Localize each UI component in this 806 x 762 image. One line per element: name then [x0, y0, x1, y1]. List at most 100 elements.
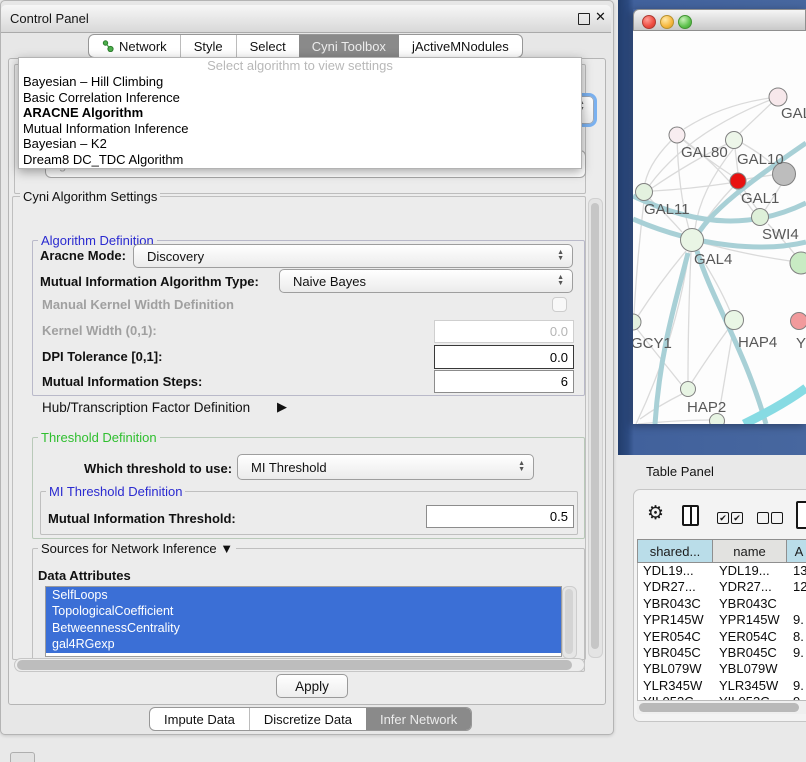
network-edge[interactable] — [653, 183, 730, 191]
table-row[interactable]: YDL19...YDL19...13 — [638, 563, 806, 579]
algorithm-option[interactable]: Bayesian – Hill Climbing — [19, 74, 581, 90]
close-traffic-light-icon[interactable] — [642, 15, 656, 29]
network-edge[interactable] — [638, 420, 710, 424]
network-node-gal80[interactable] — [669, 127, 685, 143]
document-icon[interactable] — [796, 501, 806, 529]
table-cell: YDL19... — [638, 563, 714, 579]
table-hscrollbar[interactable] — [637, 700, 806, 714]
mi-type-value: Naive Bayes — [280, 274, 366, 289]
settings-hscrollbar-thumb[interactable] — [17, 660, 572, 670]
column-layout-icon[interactable] — [682, 505, 699, 526]
deselect-all-checkbox-icon[interactable] — [771, 512, 783, 524]
float-window-icon[interactable] — [578, 13, 590, 25]
select-all-checkbox-icon[interactable]: ✔ — [731, 512, 743, 524]
table-cell: YLR345W — [638, 678, 714, 694]
algorithm-option[interactable]: ARACNE Algorithm — [19, 105, 581, 121]
table-row[interactable]: YBR045CYBR045C9. — [638, 645, 806, 661]
screen: Control Panel ✕ NetworkStyleSelectCyni T… — [0, 0, 806, 762]
deselect-all-checkbox-icon[interactable] — [757, 512, 769, 524]
bottom-tab-discretize-data[interactable]: Discretize Data — [249, 708, 366, 730]
dpi-tolerance-field[interactable]: 0.0 — [434, 345, 574, 369]
table-row[interactable]: YLR345WYLR345W9. — [638, 678, 806, 694]
table-row[interactable]: YBR043CYBR043C — [638, 596, 806, 612]
node-label: GAL1 — [741, 190, 779, 207]
minimize-traffic-light-icon[interactable] — [660, 15, 674, 29]
network-node-gal4[interactable] — [681, 229, 704, 252]
attribute-list-scrollbar[interactable] — [562, 586, 577, 659]
algorithm-option[interactable]: Mutual Information Inference — [19, 121, 581, 137]
network-edge[interactable] — [640, 394, 682, 419]
mi-steps-field[interactable]: 6 — [434, 370, 574, 393]
tab-cyni-toolbox[interactable]: Cyni Toolbox — [299, 35, 399, 57]
settings-hscrollbar[interactable] — [14, 658, 585, 672]
table-row[interactable]: YPR145WYPR145W9. — [638, 612, 806, 628]
table-row[interactable]: YDR27...YDR27...12 — [638, 579, 806, 595]
bottom-tab-infer-network[interactable]: Infer Network — [366, 708, 471, 730]
network-node-gal10[interactable] — [726, 132, 743, 149]
table-hscrollbar-thumb[interactable] — [639, 703, 799, 712]
tab-select[interactable]: Select — [236, 35, 299, 57]
hub-expand-arrow-icon[interactable]: ▶ — [277, 399, 287, 415]
algorithm-option[interactable]: Basic Correlation Inference — [19, 90, 581, 106]
hub-definition-label[interactable]: Hub/Transcription Factor Definition — [42, 400, 250, 415]
kernel-width-field[interactable]: 0.0 — [434, 320, 574, 343]
network-node-gal11[interactable] — [636, 184, 653, 201]
apply-button[interactable]: Apply — [276, 674, 348, 698]
control-panel-titlebar[interactable] — [1, 5, 611, 33]
network-node-hap4[interactable] — [725, 311, 744, 330]
table-cell: YLR345W — [714, 678, 788, 694]
network-node-gal[interactable] — [769, 88, 787, 106]
algorithm-dropdown-popup: Select algorithm to view settings Bayesi… — [18, 57, 582, 169]
table-panel-title: Table Panel — [646, 464, 714, 479]
network-node-gcy1[interactable] — [633, 314, 641, 330]
manual-kernel-label: Manual Kernel Width Definition — [42, 297, 234, 312]
settings-scrollbar[interactable] — [588, 198, 603, 658]
network-edge[interactable] — [688, 252, 691, 381]
algorithm-option[interactable]: Bayesian – K2 — [19, 136, 581, 152]
network-canvas[interactable]: GALGAL80GAL10GAL1GAL11SWI4GAL4GCY1HAP4YH… — [633, 31, 806, 424]
close-icon[interactable]: ✕ — [595, 9, 606, 25]
settings-scrollbar-thumb[interactable] — [591, 203, 599, 649]
aracne-mode-combo[interactable]: Discovery ▲▼ — [133, 244, 573, 268]
tab-style[interactable]: Style — [180, 35, 236, 57]
tab-network[interactable]: Network — [89, 35, 180, 57]
select-all-checkbox-icon[interactable]: ✔ — [717, 512, 729, 524]
network-node-swi4[interactable] — [752, 209, 769, 226]
sources-group-title[interactable]: Sources for Network Inference ▼ — [38, 541, 236, 556]
sources-collapse-arrow-icon[interactable]: ▼ — [220, 541, 233, 556]
column-header-name[interactable]: name — [713, 539, 787, 563]
attribute-item[interactable]: gal4RGexp — [46, 636, 561, 652]
attribute-list-scrollbar-thumb[interactable] — [565, 589, 573, 654]
table-row[interactable]: YER054CYER054C8. — [638, 629, 806, 645]
network-graph-icon — [102, 40, 114, 52]
table-row[interactable]: YBL079WYBL079W — [638, 661, 806, 677]
algorithm-dropdown-prompt: Select algorithm to view settings — [19, 58, 581, 74]
network-window-titlebar[interactable] — [633, 9, 806, 31]
algorithm-option[interactable]: Dream8 DC_TDC Algorithm — [19, 152, 581, 168]
attribute-item[interactable]: BetweennessCentrality — [46, 620, 561, 636]
bottom-tab-impute-data[interactable]: Impute Data — [150, 708, 249, 730]
column-header-a[interactable]: A — [787, 539, 806, 563]
column-header-shared[interactable]: shared... — [637, 539, 713, 563]
attribute-item[interactable]: SelfLoops — [46, 587, 561, 603]
attribute-item[interactable]: TopologicalCoefficient — [46, 603, 561, 619]
network-node-gal1[interactable] — [730, 173, 746, 189]
table-cell — [788, 661, 806, 677]
network-node-y[interactable] — [791, 313, 806, 330]
mi-type-combo[interactable]: Naive Bayes ▲▼ — [279, 269, 573, 293]
network-edge[interactable] — [744, 388, 806, 424]
network-node-hap2[interactable] — [681, 382, 696, 397]
network-edge[interactable] — [684, 97, 778, 129]
dock-panel-icon[interactable] — [10, 752, 35, 762]
which-threshold-combo[interactable]: MI Threshold ▲▼ — [237, 454, 534, 480]
gear-icon[interactable]: ⚙ — [647, 504, 664, 524]
zoom-traffic-light-icon[interactable] — [678, 15, 692, 29]
network-edge[interactable] — [649, 97, 778, 186]
table-cell: YBL079W — [638, 661, 714, 677]
network-node[interactable] — [790, 252, 806, 274]
tab-jactivemnodules[interactable]: jActiveMNodules — [399, 35, 522, 57]
manual-kernel-checkbox[interactable] — [552, 297, 567, 312]
mi-threshold-field[interactable]: 0.5 — [426, 505, 574, 528]
kernel-width-label: Kernel Width (0,1): — [42, 323, 157, 338]
network-edge[interactable] — [692, 328, 729, 382]
